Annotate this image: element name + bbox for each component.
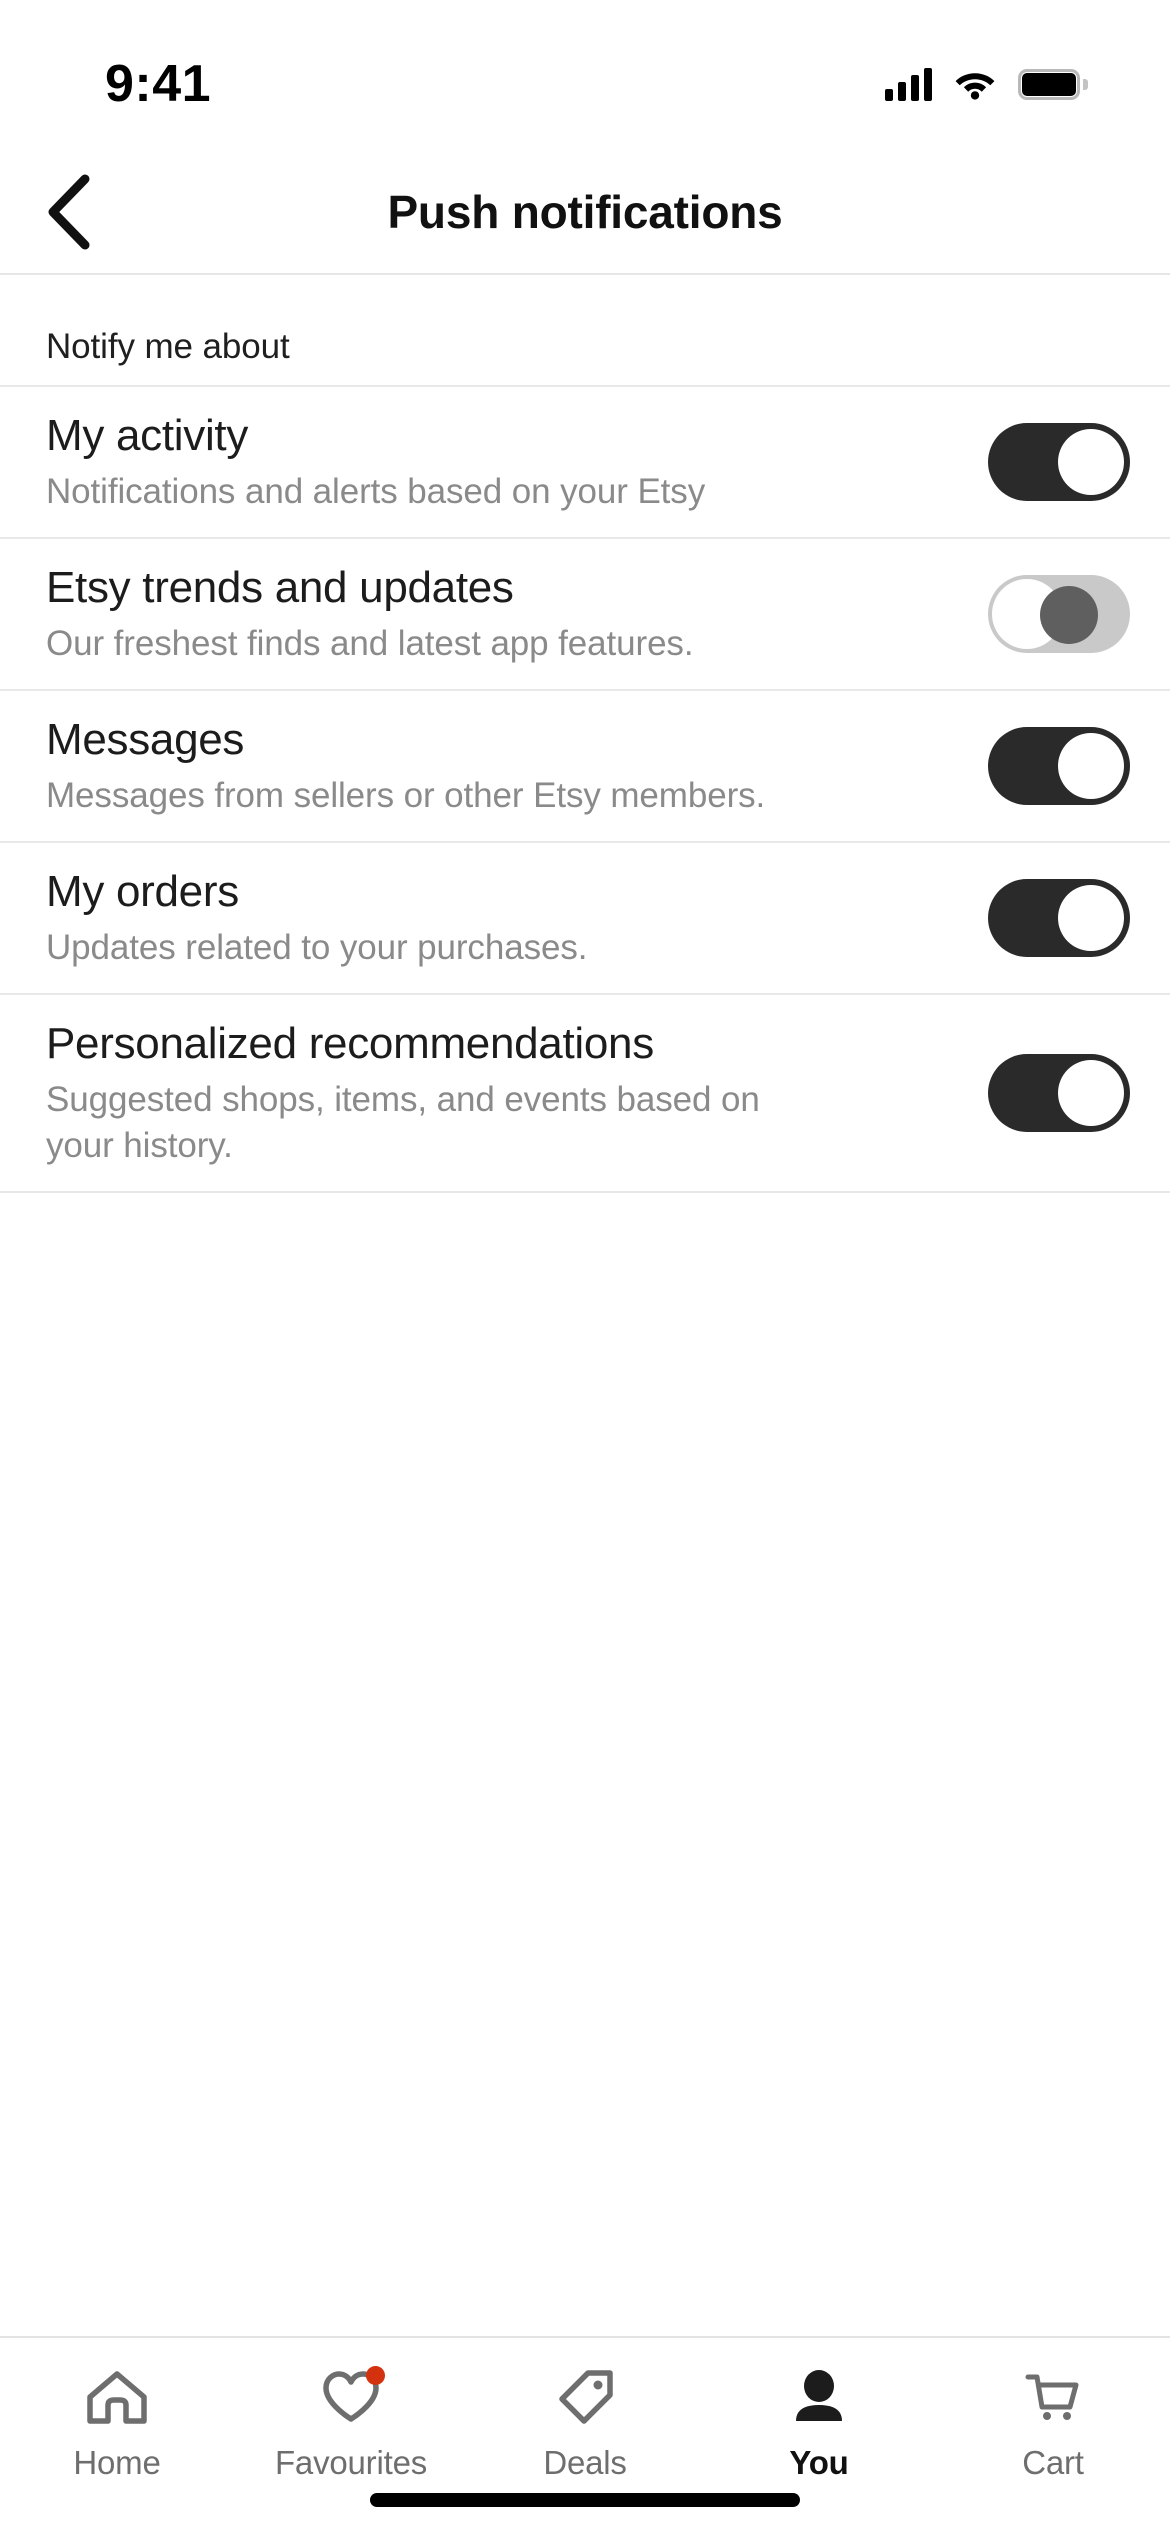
home-icon <box>81 2364 153 2430</box>
setting-row-text: Messages Messages from sellers or other … <box>46 713 964 819</box>
toggle-knob <box>1058 429 1124 495</box>
home-indicator <box>370 2493 800 2507</box>
tab-favourites[interactable]: Favourites <box>234 2364 468 2482</box>
navigation-bar: Push notifications <box>0 150 1170 275</box>
tab-label: You <box>789 2444 849 2481</box>
setting-subtitle: Updates related to your purchases. <box>46 927 588 967</box>
battery-full-icon <box>1018 68 1088 100</box>
setting-title: My activity <box>46 411 249 461</box>
setting-title: My orders <box>46 867 239 917</box>
setting-subtitle: Our freshest finds and latest app featur… <box>46 623 694 663</box>
notification-badge-dot <box>366 2366 385 2385</box>
status-bar-indicators <box>885 49 1088 101</box>
cellular-signal-icon <box>885 67 932 101</box>
price-tag-icon <box>549 2364 621 2430</box>
toggle-my-orders[interactable] <box>988 879 1130 957</box>
back-button[interactable] <box>22 166 114 258</box>
setting-row-text: Personalized recommendations Suggested s… <box>46 1017 964 1169</box>
setting-row-text: Etsy trends and updates Our freshest fin… <box>46 561 964 667</box>
chevron-left-icon <box>48 174 90 249</box>
wifi-icon <box>955 73 995 100</box>
tab-label: Home <box>73 2444 161 2481</box>
setting-title: Etsy trends and updates <box>46 563 514 613</box>
tab-you[interactable]: You <box>702 2364 936 2482</box>
tab-home[interactable]: Home <box>0 2364 234 2482</box>
setting-row-my-orders[interactable]: My orders Updates related to your purcha… <box>0 843 1170 995</box>
setting-row-text: My activity Notifications and alerts bas… <box>46 409 964 515</box>
tab-cart[interactable]: Cart <box>936 2364 1170 2482</box>
app-screen: 9:41 Push notifications Notify me about … <box>0 0 1170 2532</box>
setting-subtitle: Suggested shops, items, and events based… <box>46 1079 760 1165</box>
setting-title: Personalized recommendations <box>46 1019 654 1068</box>
settings-list: Notify me about My activity Notification… <box>0 275 1170 2336</box>
status-bar: 9:41 <box>0 0 1170 150</box>
setting-row-messages[interactable]: Messages Messages from sellers or other … <box>0 691 1170 843</box>
toggle-etsy-trends-and-updates[interactable] <box>988 575 1130 653</box>
toggle-personalized-recommendations[interactable] <box>988 1054 1130 1133</box>
toggle-knob <box>1058 885 1124 951</box>
section-label-notify-me-about: Notify me about <box>0 275 1170 387</box>
status-bar-time: 9:41 <box>105 55 212 113</box>
setting-row-text: My orders Updates related to your purcha… <box>46 865 964 971</box>
cart-icon <box>1017 2364 1089 2430</box>
page-title: Push notifications <box>387 185 783 238</box>
toggle-my-activity[interactable] <box>988 423 1130 501</box>
tab-label: Favourites <box>274 2444 428 2481</box>
person-icon <box>783 2364 855 2430</box>
tab-label: Deals <box>543 2444 627 2481</box>
tab-label: Cart <box>1022 2444 1084 2481</box>
toggle-knob <box>1058 1060 1124 1127</box>
setting-row-etsy-trends-and-updates[interactable]: Etsy trends and updates Our freshest fin… <box>0 539 1170 691</box>
setting-title: Messages <box>46 715 245 765</box>
setting-row-my-activity[interactable]: My activity Notifications and alerts bas… <box>0 387 1170 539</box>
setting-subtitle: Messages from sellers or other Etsy memb… <box>46 775 766 815</box>
setting-row-personalized-recommendations[interactable]: Personalized recommendations Suggested s… <box>0 995 1170 1194</box>
toggle-messages[interactable] <box>988 727 1130 805</box>
tab-deals[interactable]: Deals <box>468 2364 702 2482</box>
heart-icon <box>315 2364 387 2430</box>
setting-subtitle: Notifications and alerts based on your E… <box>46 471 706 511</box>
toggle-knob-overlay <box>1040 586 1098 644</box>
toggle-knob <box>1058 733 1124 799</box>
